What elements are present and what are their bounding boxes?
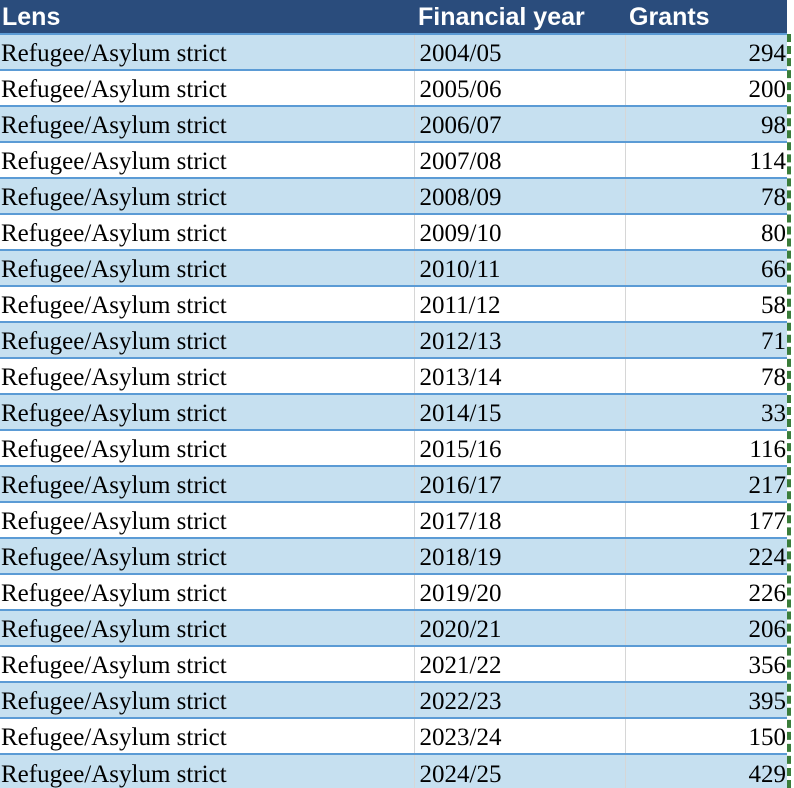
header-row: Lens Financial year Grants [0,0,787,34]
table-row: Refugee/Asylum strict 2019/20 226 [0,573,787,610]
page-break-line [787,34,791,788]
cell-grants[interactable]: 226 [624,573,787,610]
cell-lens[interactable]: Refugee/Asylum strict [0,357,415,394]
cell-lens[interactable]: Refugee/Asylum strict [0,645,415,682]
cell-financial-year[interactable]: 2018/19 [413,537,626,574]
cell-financial-year[interactable]: 2010/11 [413,249,626,286]
cell-lens[interactable]: Refugee/Asylum strict [0,681,415,718]
cell-grants[interactable]: 66 [624,249,787,286]
table-row: Refugee/Asylum strict 2017/18 177 [0,501,787,538]
cell-lens[interactable]: Refugee/Asylum strict [0,33,415,70]
cell-grants[interactable]: 80 [624,213,787,250]
cell-grants[interactable]: 217 [624,465,787,502]
cell-financial-year[interactable]: 2019/20 [413,573,626,610]
cell-lens[interactable]: Refugee/Asylum strict [0,321,415,358]
table-row: Refugee/Asylum strict 2010/11 66 [0,249,787,286]
table-row: Refugee/Asylum strict 2016/17 217 [0,465,787,502]
cell-grants[interactable]: 58 [624,285,787,322]
cell-lens[interactable]: Refugee/Asylum strict [0,609,415,646]
cell-grants[interactable]: 33 [624,393,787,430]
cell-financial-year[interactable]: 2015/16 [413,429,626,466]
cell-lens[interactable]: Refugee/Asylum strict [0,465,415,502]
cell-financial-year[interactable]: 2014/15 [413,393,626,430]
table-header: Lens Financial year Grants [0,0,787,34]
cell-lens[interactable]: Refugee/Asylum strict [0,429,415,466]
cell-financial-year[interactable]: 2007/08 [413,141,626,178]
cell-lens[interactable]: Refugee/Asylum strict [0,393,415,430]
cell-grants[interactable]: 356 [624,645,787,682]
table-row: Refugee/Asylum strict 2023/24 150 [0,717,787,754]
cell-financial-year[interactable]: 2023/24 [413,717,626,754]
table-row: Refugee/Asylum strict 2005/06 200 [0,69,787,106]
cell-financial-year[interactable]: 2022/23 [413,681,626,718]
cell-grants[interactable]: 206 [624,609,787,646]
cell-grants[interactable]: 429 [624,753,787,788]
table-row: Refugee/Asylum strict 2013/14 78 [0,357,787,394]
cell-financial-year[interactable]: 2021/22 [413,645,626,682]
cell-financial-year[interactable]: 2016/17 [413,465,626,502]
cell-financial-year[interactable]: 2024/25 [413,753,626,788]
cell-grants[interactable]: 71 [624,321,787,358]
table-row: Refugee/Asylum strict 2014/15 33 [0,393,787,430]
table-row: Refugee/Asylum strict 2018/19 224 [0,537,787,574]
cell-grants[interactable]: 395 [624,681,787,718]
cell-financial-year[interactable]: 2004/05 [413,33,626,70]
cell-grants[interactable]: 78 [624,357,787,394]
data-table: Lens Financial year Grants Refugee/Asylu… [0,0,787,788]
spreadsheet-view: Lens Financial year Grants Refugee/Asylu… [0,0,794,788]
cell-lens[interactable]: Refugee/Asylum strict [0,177,415,214]
cell-lens[interactable]: Refugee/Asylum strict [0,717,415,754]
table-row: Refugee/Asylum strict 2008/09 78 [0,177,787,214]
table-row: Refugee/Asylum strict 2011/12 58 [0,285,787,322]
cell-grants[interactable]: 224 [624,537,787,574]
column-header-financial-year[interactable]: Financial year [414,0,625,34]
cell-financial-year[interactable]: 2017/18 [413,501,626,538]
column-header-grants[interactable]: Grants [625,0,787,34]
cell-lens[interactable]: Refugee/Asylum strict [0,285,415,322]
table-row: Refugee/Asylum strict 2015/16 116 [0,429,787,466]
table-row: Refugee/Asylum strict 2020/21 206 [0,609,787,646]
cell-grants[interactable]: 78 [624,177,787,214]
table-row: Refugee/Asylum strict 2004/05 294 [0,33,787,70]
cell-lens[interactable]: Refugee/Asylum strict [0,249,415,286]
cell-lens[interactable]: Refugee/Asylum strict [0,573,415,610]
cell-grants[interactable]: 116 [624,429,787,466]
cell-grants[interactable]: 150 [624,717,787,754]
cell-financial-year[interactable]: 2013/14 [413,357,626,394]
table-row: Refugee/Asylum strict 2006/07 98 [0,105,787,142]
cell-financial-year[interactable]: 2009/10 [413,213,626,250]
cell-financial-year[interactable]: 2005/06 [413,69,626,106]
cell-financial-year[interactable]: 2012/13 [413,321,626,358]
cell-financial-year[interactable]: 2008/09 [413,177,626,214]
cell-lens[interactable]: Refugee/Asylum strict [0,69,415,106]
cell-lens[interactable]: Refugee/Asylum strict [0,213,415,250]
cell-grants[interactable]: 200 [624,69,787,106]
table-row: Refugee/Asylum strict 2012/13 71 [0,321,787,358]
cell-lens[interactable]: Refugee/Asylum strict [0,105,415,142]
cell-financial-year[interactable]: 2006/07 [413,105,626,142]
cell-grants[interactable]: 177 [624,501,787,538]
table-row: Refugee/Asylum strict 2024/25 429 [0,753,787,788]
table-row: Refugee/Asylum strict 2022/23 395 [0,681,787,718]
column-header-lens[interactable]: Lens [0,0,414,34]
cell-financial-year[interactable]: 2011/12 [413,285,626,322]
table-body: Refugee/Asylum strict 2004/05 294 Refugee/A… [0,33,787,788]
cell-grants[interactable]: 98 [624,105,787,142]
cell-lens[interactable]: Refugee/Asylum strict [0,537,415,574]
table-row: Refugee/Asylum strict 2007/08 114 [0,141,787,178]
table-row: Refugee/Asylum strict 2021/22 356 [0,645,787,682]
cell-lens[interactable]: Refugee/Asylum strict [0,501,415,538]
cell-financial-year[interactable]: 2020/21 [413,609,626,646]
cell-grants[interactable]: 114 [624,141,787,178]
cell-lens[interactable]: Refugee/Asylum strict [0,753,415,788]
cell-lens[interactable]: Refugee/Asylum strict [0,141,415,178]
cell-grants[interactable]: 294 [624,33,787,70]
table-row: Refugee/Asylum strict 2009/10 80 [0,213,787,250]
